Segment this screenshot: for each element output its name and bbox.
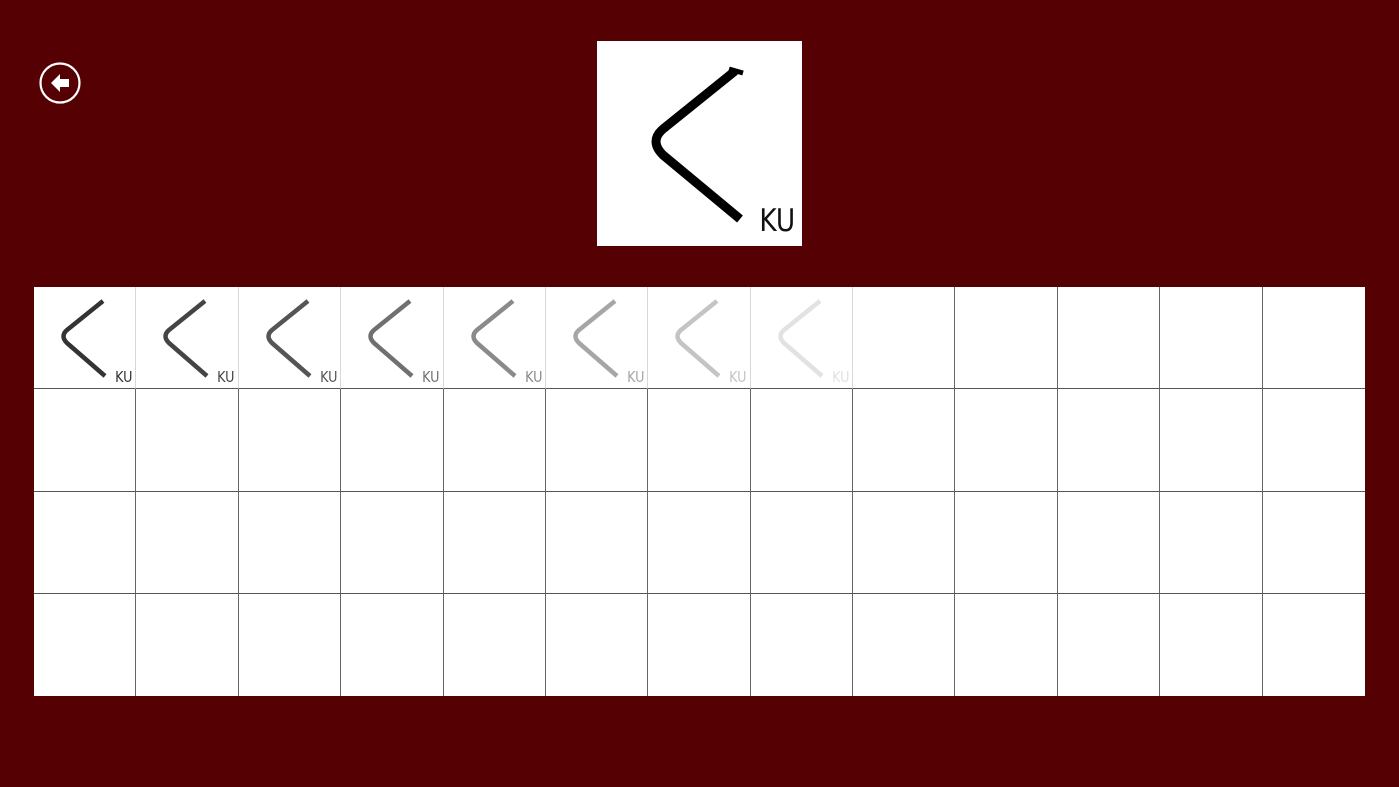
practice-cell[interactable]: [1160, 389, 1263, 492]
practice-cell[interactable]: [1262, 389, 1365, 492]
practice-cell[interactable]: [853, 593, 956, 696]
guide-romaji: KU: [626, 368, 645, 387]
practice-cell[interactable]: KU: [341, 287, 444, 390]
practice-cell[interactable]: KU: [238, 287, 342, 390]
practice-cell[interactable]: [341, 593, 444, 696]
practice-cell[interactable]: [853, 491, 956, 594]
guide-romaji: KU: [422, 368, 440, 387]
practice-cell[interactable]: [648, 593, 751, 696]
guide-romaji: KU: [319, 368, 338, 387]
practice-cell[interactable]: [1160, 593, 1263, 696]
practice-cell[interactable]: KU: [136, 287, 239, 390]
practice-cell[interactable]: [1057, 389, 1161, 492]
practice-cell[interactable]: [136, 389, 239, 492]
practice-cell[interactable]: [955, 593, 1058, 696]
hero-character-card: KU: [597, 41, 802, 246]
practice-cell[interactable]: [648, 389, 751, 492]
practice-cell[interactable]: KU: [648, 287, 751, 390]
back-button[interactable]: [39, 62, 81, 104]
hero-romaji: KU: [759, 203, 795, 239]
guide-romaji: KU: [115, 368, 133, 387]
practice-cell[interactable]: [1058, 593, 1161, 696]
practice-cell[interactable]: [546, 593, 649, 696]
back-arrow-icon: [39, 62, 81, 104]
guide-romaji: KU: [729, 368, 747, 387]
practice-cell[interactable]: [341, 389, 444, 492]
practice-cell[interactable]: [1160, 491, 1263, 594]
practice-cell[interactable]: [955, 491, 1058, 594]
practice-grid[interactable]: KU KU KU KU KU KU KU KU: [34, 287, 1365, 696]
practice-cell[interactable]: [545, 491, 649, 594]
practice-cell[interactable]: [1057, 287, 1161, 390]
practice-cell[interactable]: KU: [750, 287, 854, 390]
practice-cell[interactable]: [955, 389, 1058, 492]
practice-cell[interactable]: KU: [34, 287, 137, 390]
practice-cell[interactable]: [1057, 491, 1161, 594]
practice-cell[interactable]: [750, 491, 854, 594]
practice-cell[interactable]: KU: [545, 287, 649, 390]
practice-cell[interactable]: [1263, 594, 1365, 696]
practice-cell[interactable]: [750, 389, 854, 492]
practice-cell[interactable]: [341, 491, 444, 594]
practice-cell[interactable]: [136, 593, 239, 696]
practice-cell[interactable]: [34, 389, 137, 492]
practice-cell[interactable]: [751, 593, 854, 696]
practice-cell[interactable]: [444, 593, 546, 696]
practice-cell[interactable]: [648, 491, 751, 594]
practice-cell[interactable]: [34, 491, 137, 594]
practice-cell[interactable]: [136, 491, 239, 594]
practice-cell[interactable]: [238, 389, 342, 492]
practice-cell[interactable]: [1262, 287, 1365, 390]
practice-cell[interactable]: [443, 491, 546, 594]
practice-cell[interactable]: [443, 389, 546, 492]
practice-cell[interactable]: [238, 491, 342, 594]
practice-cell[interactable]: KU: [443, 287, 546, 390]
practice-cell[interactable]: [955, 287, 1058, 390]
guide-romaji: KU: [217, 368, 235, 387]
practice-cell[interactable]: [853, 389, 956, 492]
practice-cell[interactable]: [853, 287, 956, 390]
practice-cell[interactable]: [34, 593, 137, 696]
practice-cell[interactable]: [1160, 287, 1263, 390]
practice-cell[interactable]: [1262, 492, 1365, 594]
guide-romaji: KU: [831, 368, 850, 387]
practice-cell[interactable]: [239, 593, 342, 696]
practice-cell[interactable]: [545, 389, 649, 492]
guide-romaji: KU: [524, 368, 542, 387]
